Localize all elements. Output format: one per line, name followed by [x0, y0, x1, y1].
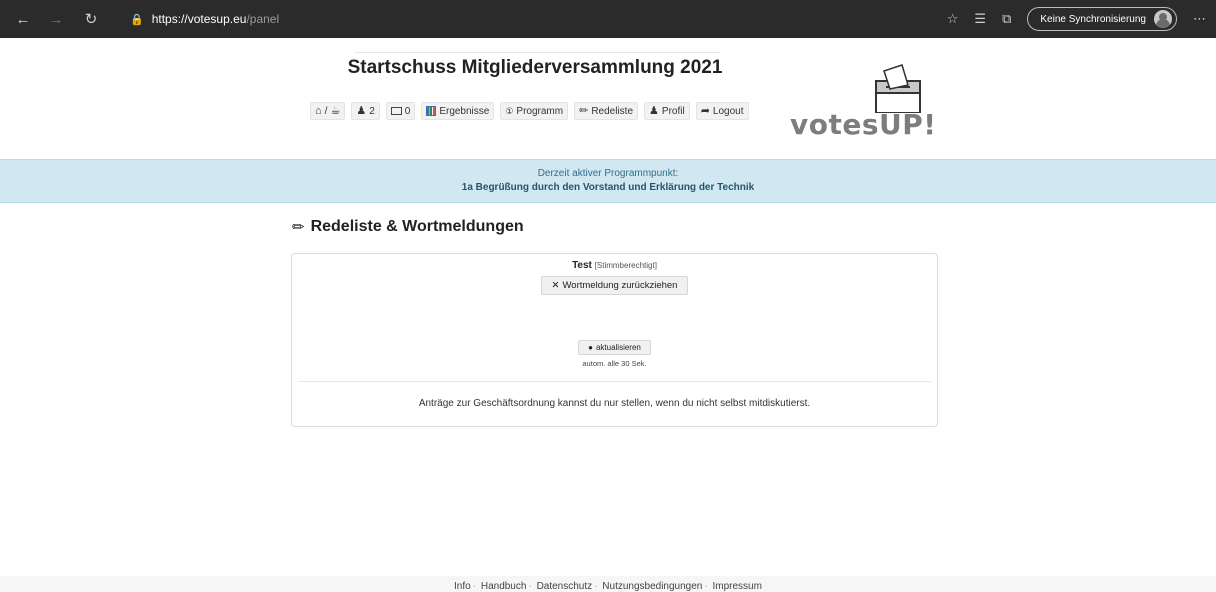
- logo-text: votesUP!: [790, 108, 937, 141]
- avatar: [1154, 10, 1172, 28]
- rules-note: Anträge zur Geschäftsordnung kannst du n…: [418, 398, 811, 409]
- browser-toolbar: ← → ↻ 🔒 https://votesup.eu/panel ☆ ☰ ⧉ K…: [0, 0, 1216, 38]
- section-heading: ✏ Redeliste & Wortmeldungen: [292, 218, 524, 236]
- url-host: https://votesup.eu: [151, 12, 247, 26]
- sync-label: Keine Synchronisierung: [1040, 13, 1146, 25]
- lock-icon: 🔒: [130, 13, 144, 26]
- refresh-button[interactable]: ● aktualisieren: [578, 340, 651, 355]
- profile-sync-button[interactable]: Keine Synchronisierung: [1027, 7, 1177, 31]
- logout-icon: ➦: [700, 104, 710, 117]
- logout-label: Logout: [712, 105, 744, 117]
- messages-button[interactable]: 0: [385, 102, 416, 120]
- chart-icon: [426, 106, 437, 116]
- title-divider: [355, 52, 720, 53]
- forward-icon[interactable]: →: [45, 8, 67, 30]
- close-icon: ✕: [551, 280, 560, 291]
- members-button[interactable]: ♟ 2: [351, 102, 380, 120]
- footer-link-terms[interactable]: Nutzungsbedingungen: [602, 581, 702, 592]
- withdraw-label: Wortmeldung zurückziehen: [562, 280, 678, 291]
- back-icon[interactable]: ←: [12, 8, 34, 30]
- auto-refresh-note: autom. alle 30 Sek.: [582, 359, 647, 368]
- speakers-card: Test [Stimmberechtigt] ✕ Wortmeldung zur…: [291, 253, 938, 427]
- url-path: /panel: [246, 12, 280, 26]
- page-title: Startschuss Mitgliederversammlung 2021: [347, 57, 723, 78]
- results-button[interactable]: Ergebnisse: [421, 102, 495, 120]
- banner-caption: Derzeit aktiver Programmpunkt:: [537, 168, 679, 179]
- profile-label: Profil: [661, 105, 685, 117]
- favorite-star-icon[interactable]: ☆: [947, 11, 959, 27]
- footer-link-info[interactable]: Info: [454, 581, 471, 592]
- speaker-status-badge: [Stimmberechtigt]: [594, 261, 657, 270]
- messages-count: 0: [404, 105, 411, 117]
- user-icon: ♟: [649, 104, 659, 117]
- message-icon: [390, 107, 402, 115]
- refresh-icon: ●: [588, 343, 593, 352]
- address-bar[interactable]: 🔒 https://votesup.eu/panel: [130, 8, 279, 30]
- coffee-icon: ☕: [330, 104, 341, 117]
- footer-link-handbook[interactable]: Handbuch: [481, 581, 527, 592]
- page-footer: Info · Handbuch · Datenschutz · Nutzungsbed…: [0, 576, 1216, 592]
- program-label: Programm: [516, 105, 564, 117]
- section-title: Redeliste & Wortmeldungen: [310, 218, 524, 235]
- withdraw-request-button[interactable]: ✕ Wortmeldung zurückziehen: [541, 276, 688, 295]
- active-program-banner: Derzeit aktiver Programmpunkt: 1a Begrüß…: [0, 159, 1216, 203]
- votesup-logo: votesUP!: [790, 63, 937, 143]
- favorites-list-icon[interactable]: ☰: [974, 11, 986, 27]
- home-separator: /: [324, 105, 328, 117]
- refresh-label: aktualisieren: [595, 343, 641, 352]
- footer-link-imprint[interactable]: Impressum: [713, 581, 762, 592]
- members-count: 2: [369, 105, 375, 117]
- ballot-box-icon: [875, 64, 921, 114]
- home-icon: ⌂: [315, 104, 322, 117]
- users-icon: ♟: [356, 104, 367, 117]
- speaker-name: Test: [572, 260, 592, 271]
- more-icon[interactable]: ⋯: [1193, 11, 1206, 27]
- logout-button[interactable]: ➦ Logout: [695, 102, 749, 120]
- footer-link-privacy[interactable]: Datenschutz: [537, 581, 593, 592]
- active-program-item: 1a Begrüßung durch den Vorstand und Erkl…: [461, 182, 755, 193]
- top-navigation: ⌂ / ☕ ♟ 2 0 Ergebnisse ① Programm ✏ Rede…: [310, 102, 749, 120]
- results-label: Ergebnisse: [439, 105, 490, 117]
- microphone-icon: ✏: [579, 104, 589, 117]
- home-button[interactable]: ⌂ / ☕: [310, 102, 346, 120]
- profile-button[interactable]: ♟ Profil: [644, 102, 690, 120]
- microphone-icon: ✏: [292, 219, 305, 236]
- reload-icon[interactable]: ↻: [80, 8, 102, 30]
- collections-icon[interactable]: ⧉: [1002, 11, 1011, 27]
- speaker-entry: Test [Stimmberechtigt]: [292, 260, 937, 271]
- program-button[interactable]: ① Programm: [500, 102, 569, 120]
- list-number-icon: ①: [505, 105, 514, 116]
- speakers-list-button[interactable]: ✏ Redeliste: [574, 102, 639, 120]
- speakers-label: Redeliste: [591, 105, 634, 117]
- card-divider: [298, 381, 931, 382]
